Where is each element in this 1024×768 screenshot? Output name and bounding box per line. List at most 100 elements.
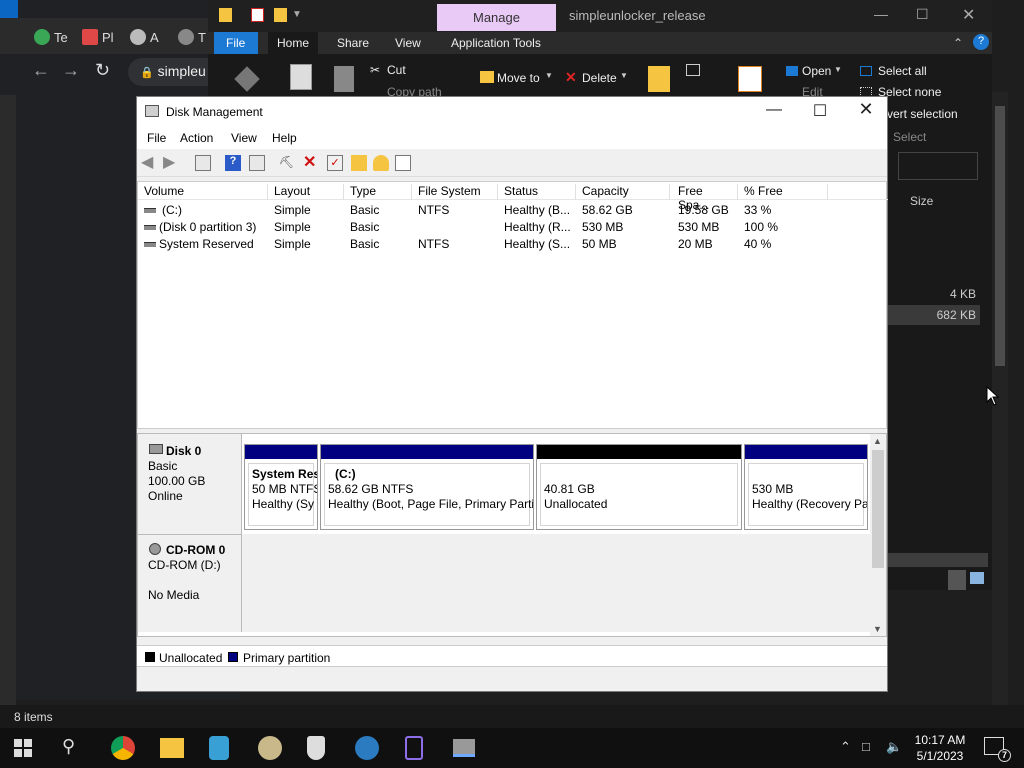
invert-selection-button[interactable]: vert selection [887, 107, 958, 121]
scroll-up-arrow-icon[interactable]: ▲ [873, 436, 882, 446]
new-folder-large-icon[interactable] [648, 66, 670, 92]
tab-favicon-icon [130, 29, 146, 45]
collapse-ribbon-icon[interactable]: ⌃ [953, 36, 963, 50]
system-clock[interactable]: 10:17 AM 5/1/2023 [912, 732, 968, 764]
scrollbar-thumb[interactable] [872, 450, 884, 568]
new-folder-icon[interactable] [274, 8, 287, 22]
tab-share[interactable]: Share [337, 36, 369, 50]
cut-icon[interactable]: ✂ [370, 63, 380, 77]
help-icon[interactable]: ? [225, 155, 241, 171]
column-header-file-system[interactable]: File System [418, 184, 498, 200]
file-explorer-icon[interactable] [160, 738, 184, 758]
menu-help[interactable]: Help [272, 131, 297, 145]
properties-large-icon[interactable] [738, 66, 762, 92]
partition-recovery[interactable]: 530 MB Healthy (Recovery Pa [744, 444, 868, 530]
paste-icon[interactable] [334, 66, 354, 92]
delete-icon[interactable]: ✕ [303, 152, 319, 171]
scroll-down-arrow-icon[interactable]: ▼ [873, 624, 882, 634]
forward-arrow-icon[interactable]: → [62, 60, 80, 81]
forward-arrow-icon[interactable]: ▶ [163, 152, 179, 171]
size-column-header[interactable]: Size [910, 194, 933, 208]
start-windows-icon[interactable] [14, 739, 32, 757]
check-properties-icon[interactable]: ✓ [327, 155, 343, 171]
list-view-icon[interactable] [395, 155, 411, 171]
help-icon[interactable]: ? [973, 34, 989, 50]
cell-percent-free: 33 % [744, 203, 772, 217]
volume-row[interactable]: (Disk 0 partition 3) Simple Basic Health… [138, 219, 888, 236]
menu-file[interactable]: File [147, 131, 166, 145]
notification-center-icon[interactable]: 7 [984, 737, 1011, 762]
window-title: Disk Management [166, 105, 263, 119]
move-to-button[interactable]: Move to [497, 71, 540, 85]
new-item-icon[interactable] [686, 64, 700, 76]
close-icon[interactable]: ✕ [843, 99, 889, 120]
horizontal-scrollbar[interactable] [888, 553, 988, 567]
search-icon[interactable]: ⚲ [62, 736, 86, 760]
tab-home[interactable]: Home [268, 32, 318, 54]
column-header-volume[interactable]: Volume [144, 184, 268, 200]
disk-map-scrollbar[interactable]: ▲ ▼ [870, 434, 886, 636]
select-all-button[interactable]: Select all [878, 64, 927, 78]
manage-contextual-tab[interactable]: Manage [437, 4, 556, 31]
volume-row[interactable]: System Reserved Simple Basic NTFS Health… [138, 236, 888, 253]
column-header-percent-free[interactable]: % Free [744, 184, 828, 200]
search-box[interactable] [898, 152, 978, 180]
close-icon[interactable]: ✕ [962, 5, 975, 25]
cut-button[interactable]: Cut [387, 63, 406, 77]
quick-access-dropdown-icon[interactable]: ▼ [292, 9, 302, 20]
network-icon[interactable]: □ [862, 739, 870, 754]
large-icons-view-icon[interactable] [970, 572, 984, 584]
volume-row[interactable]: (C:) Simple Basic NTFS Healthy (B... 58.… [138, 202, 888, 219]
maximize-icon[interactable]: ☐ [797, 101, 843, 121]
chrome-icon[interactable] [111, 736, 135, 760]
pin-icon[interactable] [234, 66, 260, 92]
delete-button[interactable]: Delete [582, 71, 617, 85]
scrollbar-thumb[interactable] [995, 106, 1005, 366]
console-tree-icon[interactable] [195, 155, 211, 171]
cdrom-partition-area[interactable] [242, 534, 870, 632]
browser-tab[interactable]: Pl [82, 24, 114, 50]
partition-system-reserved[interactable]: System Res 50 MB NTFS Healthy (Sy [244, 444, 318, 530]
column-header-capacity[interactable]: Capacity [582, 184, 670, 200]
tab-view[interactable]: View [395, 36, 421, 50]
search-folder-icon[interactable] [373, 155, 389, 171]
browser-tab[interactable]: Te [34, 24, 68, 50]
properties-pane-icon[interactable] [249, 155, 265, 171]
folder-icon[interactable] [219, 8, 232, 22]
partition-unallocated[interactable]: 40.81 GB Unallocated [536, 444, 742, 530]
connect-drive-icon[interactable]: ⛏ [279, 155, 295, 171]
open-folder-icon[interactable] [351, 155, 367, 171]
properties-icon[interactable] [251, 8, 264, 22]
partition-c-drive[interactable]: (C:) 58.62 GB NTFS Healthy (Boot, Page F… [320, 444, 534, 530]
maximize-icon[interactable]: ☐ [916, 6, 929, 23]
tab-file[interactable]: File [214, 32, 258, 54]
app-icon[interactable] [209, 736, 229, 760]
open-button[interactable]: Open [802, 64, 831, 78]
app-icon[interactable] [258, 736, 282, 760]
volume-icon[interactable]: 🔈 [886, 739, 902, 755]
copy-icon[interactable] [290, 64, 312, 90]
reload-icon[interactable]: ↻ [95, 60, 110, 81]
column-header-type[interactable]: Type [350, 184, 412, 200]
disk-0-header[interactable]: Disk 0 Basic 100.00 GB Online [138, 434, 242, 534]
cdrom-0-header[interactable]: CD-ROM 0 CD-ROM (D:) No Media [138, 534, 242, 632]
details-view-icon[interactable] [948, 570, 966, 590]
shield-icon[interactable] [307, 736, 325, 760]
browser-tab[interactable]: A [130, 24, 159, 50]
disk-management-taskbar-icon[interactable] [453, 739, 475, 757]
column-header-status[interactable]: Status [504, 184, 576, 200]
column-header-free-space[interactable]: Free Spa... [678, 184, 738, 212]
browser-tab[interactable]: T [178, 24, 206, 50]
back-arrow-icon[interactable]: ◀ [141, 152, 157, 171]
column-header-layout[interactable]: Layout [274, 184, 344, 200]
minimize-icon[interactable]: — [751, 101, 797, 119]
lock-icon[interactable] [405, 736, 423, 760]
steam-icon[interactable] [355, 736, 379, 760]
minimize-icon[interactable]: — [874, 6, 888, 22]
menu-action[interactable]: Action [180, 131, 213, 145]
back-arrow-icon[interactable]: ← [32, 60, 50, 81]
tab-label: Pl [102, 29, 114, 45]
show-hidden-icons-chevron-icon[interactable]: ⌃ [840, 739, 851, 755]
menu-view[interactable]: View [231, 131, 257, 145]
tab-application-tools[interactable]: Application Tools [451, 36, 541, 50]
